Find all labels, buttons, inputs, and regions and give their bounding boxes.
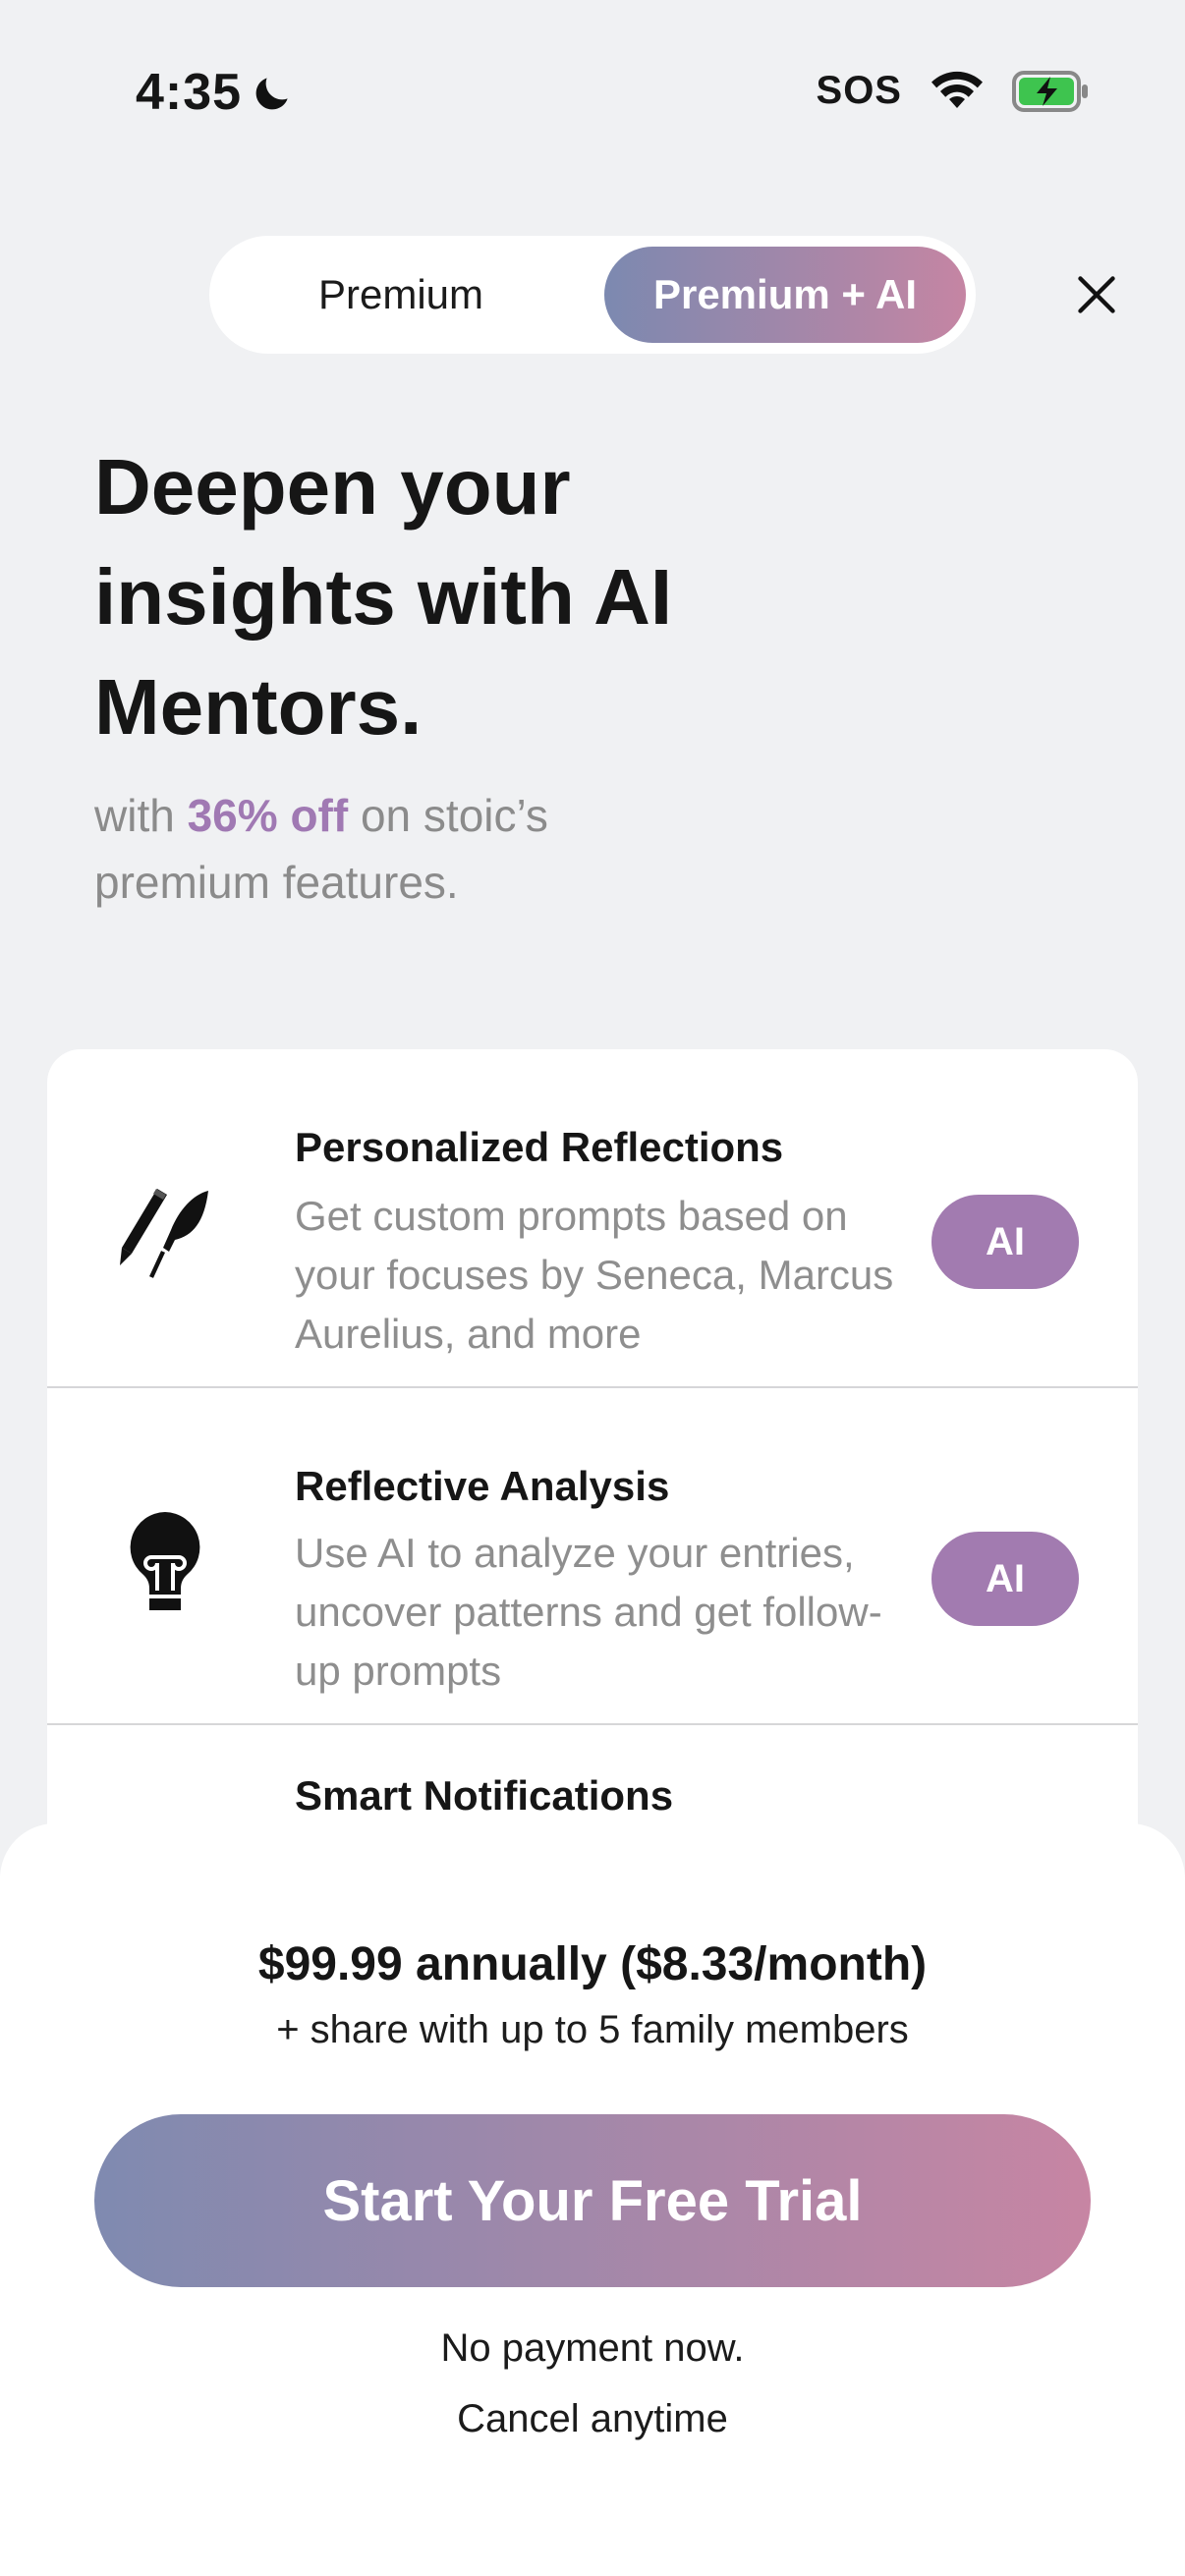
cancel-anytime-note: Cancel anytime [457,2397,728,2440]
page-title: Deepen your insights with AI Mentors. [94,432,979,762]
status-time: 4:35 [136,63,295,122]
time-label: 4:35 [136,64,243,121]
plan-segmented-control: Premium Premium + AI [209,236,976,354]
no-payment-note: No payment now. [440,2326,745,2370]
subheadline-suffix: on stoic’s [348,790,548,841]
carrier-label: SOS [816,69,902,112]
feature-row: Reflective Analysis Use AI to analyze yo… [47,1386,1138,1725]
close-icon [1078,276,1115,313]
ai-badge: AI [931,1195,1079,1289]
moon-icon [255,78,288,110]
wifi-icon [931,71,983,108]
lightbulb-icon [130,1512,200,1610]
tab-premium[interactable]: Premium [209,236,592,354]
discount-highlight: 36% off [187,790,349,841]
title-line: insights with AI [94,553,673,641]
title-line: Mentors. [94,663,423,751]
price-text: $99.99 annually ($8.33/month) [257,1938,928,1990]
close-button[interactable] [1067,265,1126,324]
start-free-trial-button[interactable]: Start Your Free Trial [94,2114,1091,2287]
ai-badge: AI [931,1532,1079,1626]
feature-row: Personalized Reflections Get custom prom… [47,1049,1138,1388]
feature-description: Get custom prompts based on your focuses… [295,1193,894,1357]
family-share-text: + share with up to 5 family members [276,2008,909,2051]
feature-title: Personalized Reflections [295,1124,784,1170]
battery-charging-icon [1012,70,1088,112]
subheadline: with 36% off on stoic’s premium features… [94,782,782,916]
tab-premium-ai[interactable]: Premium + AI [604,247,966,343]
status-icons: SOS [817,69,1091,113]
title-line: Deepen your [94,443,571,531]
pen-quill-icon [120,1189,208,1278]
feature-title: Smart Notifications [295,1772,674,1819]
subheadline-line2: premium features. [94,857,459,908]
feature-description: Use AI to analyze your entries, uncover … [295,1530,882,1694]
subheadline-prefix: with [94,790,188,841]
feature-title: Reflective Analysis [295,1463,670,1509]
features-card: Personalized Reflections Get custom prom… [47,1049,1138,1933]
